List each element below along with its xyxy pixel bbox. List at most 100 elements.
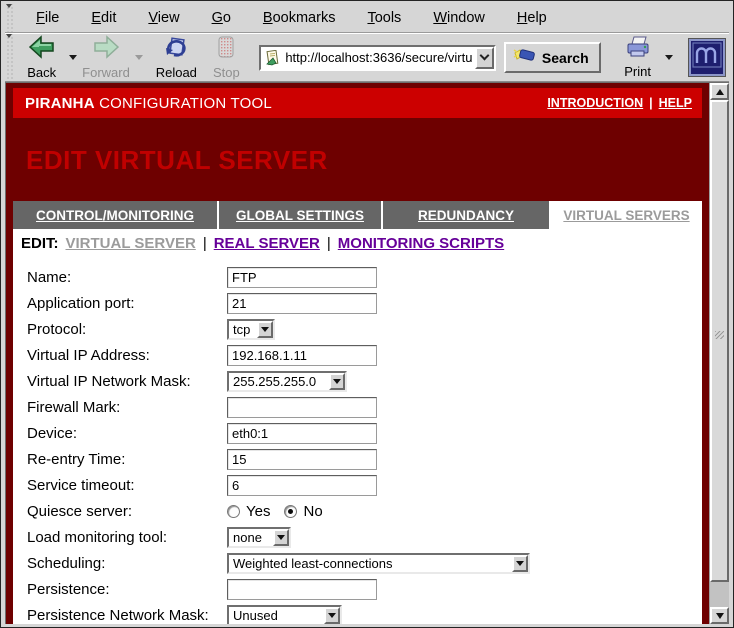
url-history-dropdown-button[interactable] [475, 47, 494, 69]
virtual-ip-netmask-select[interactable]: 255.255.255.0 [227, 371, 347, 392]
field-label: Device: [27, 425, 227, 442]
print-dropdown-arrow[interactable] [665, 55, 673, 60]
edit-subnav: EDIT: VIRTUAL SERVER | REAL SERVER | MON… [13, 229, 702, 258]
form-row: Load monitoring tool: none [13, 524, 702, 550]
triangle-up-icon [716, 89, 724, 95]
vertical-scrollbar [709, 83, 729, 624]
scheduling-select[interactable]: Weighted least-connections [227, 553, 530, 574]
field-label: Persistence Network Mask: [27, 607, 227, 624]
quiesce-no-radio[interactable] [284, 505, 297, 518]
menu-view[interactable]: View [132, 4, 195, 32]
menu-file[interactable]: File [20, 4, 75, 32]
introduction-link[interactable]: INTRODUCTION [547, 96, 643, 110]
form-row: Virtual IP Address: [13, 342, 702, 368]
stop-button[interactable]: Stop [203, 34, 249, 81]
load-monitoring-tool-select[interactable]: none [227, 527, 291, 548]
print-button[interactable]: Print [615, 35, 661, 80]
back-icon [28, 35, 56, 64]
reentry-time-input[interactable] [227, 449, 377, 470]
search-flashlight-icon [513, 47, 537, 68]
help-link[interactable]: HELP [659, 96, 692, 110]
menu-window[interactable]: Window [417, 4, 501, 32]
application-port-input[interactable] [227, 293, 377, 314]
persistence-input[interactable] [227, 579, 377, 600]
select-arrow-icon [257, 321, 273, 338]
field-label: Firewall Mark: [27, 399, 227, 416]
scrollbar-down-button[interactable] [710, 607, 729, 624]
menubar-grip-handle[interactable] [5, 4, 14, 32]
menu-tools[interactable]: Tools [351, 4, 417, 32]
menu-help[interactable]: Help [501, 4, 563, 32]
reload-button[interactable]: Reload [153, 34, 199, 81]
quiesce-yes-radio[interactable] [227, 505, 240, 518]
triangle-down-icon [716, 613, 724, 619]
field-label: Quiesce server: [27, 503, 227, 520]
stop-icon [215, 35, 237, 64]
back-button[interactable]: Back [19, 34, 65, 81]
mozilla-m-icon [692, 42, 722, 73]
piranha-page: PIRANHA CONFIGURATION TOOL INTRODUCTION … [6, 83, 709, 624]
field-label: Load monitoring tool: [27, 529, 227, 546]
real-server-link[interactable]: REAL SERVER [214, 235, 320, 252]
form-row: Protocol: tcp [13, 316, 702, 342]
header-link-separator: | [649, 96, 653, 110]
menu-go[interactable]: Go [196, 4, 247, 32]
form-row: Name: [13, 264, 702, 290]
search-button[interactable]: Search [504, 42, 601, 73]
menu-bar: File Edit View Go Bookmarks Tools Window… [5, 4, 729, 33]
tab-global-settings[interactable]: GLOBAL SETTINGS [219, 201, 381, 229]
monitoring-scripts-link[interactable]: MONITORING SCRIPTS [338, 235, 504, 252]
field-label: Virtual IP Address: [27, 347, 227, 364]
subnav-prefix: EDIT: [21, 235, 59, 252]
subnav-virtual-server-current: VIRTUAL SERVER [66, 235, 196, 252]
protocol-select[interactable]: tcp [227, 319, 275, 340]
field-label: Protocol: [27, 321, 227, 338]
tab-bar: CONTROL/MONITORING GLOBAL SETTINGS REDUN… [13, 201, 702, 229]
service-timeout-input[interactable] [227, 475, 377, 496]
form-row: Service timeout: [13, 472, 702, 498]
select-arrow-icon [512, 555, 528, 572]
page-bookmark-icon[interactable] [261, 47, 283, 69]
name-input[interactable] [227, 267, 377, 288]
mozilla-logo-button[interactable] [689, 39, 725, 76]
field-label: Name: [27, 269, 227, 286]
form-row: Firewall Mark: [13, 394, 702, 420]
reload-icon [163, 35, 189, 64]
field-label: Application port: [27, 295, 227, 312]
tab-redundancy[interactable]: REDUNDANCY [383, 201, 549, 229]
persistence-netmask-select[interactable]: Unused [227, 605, 342, 625]
scrollbar-thumb[interactable] [710, 100, 729, 582]
select-arrow-icon [329, 373, 345, 390]
form-row: Re-entry Time: [13, 446, 702, 472]
form-row: Virtual IP Network Mask: 255.255.255.0 [13, 368, 702, 394]
toolbar-grip-handle[interactable] [5, 34, 13, 81]
scrollbar-up-button[interactable] [710, 83, 729, 100]
form-row: Quiesce server: Yes No [13, 498, 702, 524]
url-bar [259, 45, 496, 71]
virtual-ip-address-input[interactable] [227, 345, 377, 366]
virtual-server-form: Name: Application port: Protocol: tcp Vi… [13, 258, 702, 624]
field-label: Re-entry Time: [27, 451, 227, 468]
field-label: Virtual IP Network Mask: [27, 373, 227, 390]
menu-edit[interactable]: Edit [75, 4, 132, 32]
form-row: Persistence Network Mask: Unused [13, 602, 702, 624]
field-label: Scheduling: [27, 555, 227, 572]
forward-dropdown-arrow[interactable] [135, 55, 143, 60]
tab-control-monitoring[interactable]: CONTROL/MONITORING [13, 201, 217, 229]
page-title: EDIT VIRTUAL SERVER [26, 145, 702, 176]
tab-virtual-servers[interactable]: VIRTUAL SERVERS [551, 201, 702, 229]
piranha-header-bar: PIRANHA CONFIGURATION TOOL INTRODUCTION … [13, 88, 702, 118]
form-row: Persistence: [13, 576, 702, 602]
form-row: Device: [13, 420, 702, 446]
url-input[interactable] [283, 47, 475, 69]
forward-button[interactable]: Forward [81, 34, 132, 81]
menu-bookmarks[interactable]: Bookmarks [247, 4, 352, 32]
form-row: Scheduling: Weighted least-connections [13, 550, 702, 576]
firewall-mark-input[interactable] [227, 397, 377, 418]
device-input[interactable] [227, 423, 377, 444]
select-arrow-icon [324, 607, 340, 624]
field-label: Service timeout: [27, 477, 227, 494]
back-dropdown-arrow[interactable] [69, 55, 77, 60]
scrollbar-track[interactable] [710, 100, 729, 607]
piranha-brand: PIRANHA CONFIGURATION TOOL [25, 95, 272, 112]
